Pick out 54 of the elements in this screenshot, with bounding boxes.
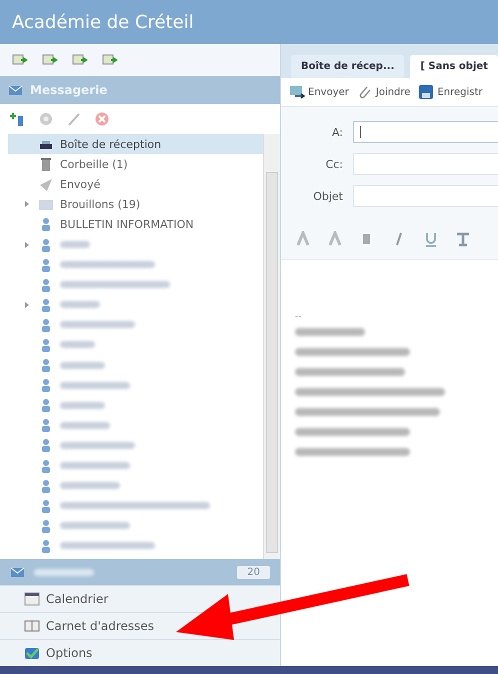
blurred-label	[60, 522, 130, 530]
send-icon	[289, 84, 305, 100]
blurred-label	[60, 462, 130, 470]
field-label: Objet	[312, 190, 344, 202]
field-label: A:	[330, 126, 344, 138]
scrollbar[interactable]	[263, 134, 280, 559]
delete-icon[interactable]	[94, 111, 110, 127]
nav-item[interactable]: Options	[24, 645, 92, 661]
trash-icon	[38, 156, 54, 172]
count-badge: 20	[237, 566, 270, 578]
input-field[interactable]	[353, 153, 498, 175]
expand-icon[interactable]	[24, 242, 30, 248]
toolbar-button[interactable]: Envoyer	[289, 84, 349, 100]
expand-icon[interactable]	[24, 302, 30, 308]
expand-icon[interactable]	[24, 201, 30, 208]
gear-icon[interactable]	[38, 111, 54, 127]
panel-title: Messagerie	[30, 83, 108, 97]
book-icon	[24, 618, 40, 634]
blurred-label	[60, 301, 100, 308]
pencil-icon[interactable]	[66, 111, 82, 127]
blurred-label	[60, 362, 105, 369]
blurred-label	[60, 422, 110, 429]
sent-icon	[38, 176, 54, 192]
calendar-icon	[24, 591, 40, 607]
toolbar-button[interactable]: Enregistr	[418, 84, 483, 100]
tab[interactable]: Boîte de récep...	[291, 55, 404, 78]
new-folder-icon[interactable]	[10, 111, 26, 127]
folder-item[interactable]: Boîte de réception	[8, 134, 263, 154]
folder-item[interactable]: BULLETIN INFORMATION	[8, 214, 263, 234]
signature-separator: --	[295, 312, 302, 322]
nav-item[interactable]: Calendrier	[24, 591, 108, 607]
folder-item[interactable]: Brouillons (19)	[8, 194, 263, 214]
folder-item[interactable]: Envoyé	[8, 174, 263, 194]
highlight-icon[interactable]	[327, 231, 343, 247]
font-color-icon[interactable]	[295, 231, 311, 247]
underline-icon[interactable]	[423, 231, 439, 247]
blurred-signature-line	[295, 328, 365, 336]
folder-item[interactable]: Corbeille (1)	[8, 154, 263, 174]
window-title: Académie de Créteil	[12, 12, 194, 32]
input-field[interactable]	[353, 185, 498, 207]
blurred-label	[60, 241, 90, 248]
field-label: Cc:	[324, 158, 344, 170]
checkmark-icon	[24, 645, 40, 661]
save-icon	[418, 84, 434, 100]
tab[interactable]: [ Sans objet	[410, 55, 498, 78]
blurred-label	[34, 568, 94, 576]
toolbar-button[interactable]: Joindre	[356, 84, 410, 100]
input-field[interactable]	[353, 121, 498, 143]
nav-item[interactable]: Carnet d'adresses	[24, 618, 154, 634]
blurred-label	[60, 482, 120, 490]
blurred-label	[60, 382, 130, 389]
text-style-icon[interactable]	[455, 231, 471, 247]
blurred-label	[60, 341, 95, 348]
blurred-label	[60, 402, 105, 409]
